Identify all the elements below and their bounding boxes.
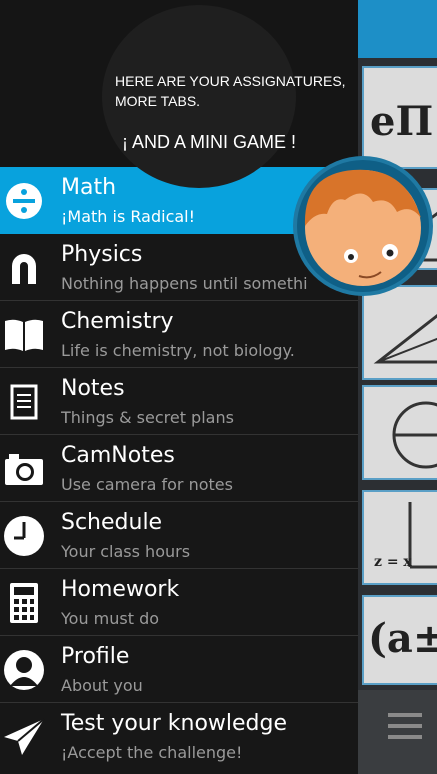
divide-icon: [2, 179, 46, 223]
menu-item-title: Notes: [61, 376, 125, 401]
hamburger-menu-icon[interactable]: [388, 713, 422, 743]
menu-item-notes[interactable]: Notes Things & secret plans: [0, 368, 358, 435]
calculator-icon: [2, 581, 46, 625]
triangle-card: [362, 285, 437, 380]
tutorial-text: HERE ARE YOUR ASSIGNATURES, MORE TABS.: [102, 71, 437, 111]
menu-item-subtitle: ¡Accept the challenge!: [61, 743, 243, 762]
mascot-avatar[interactable]: [293, 156, 433, 296]
menu-item-homework[interactable]: Homework You must do: [0, 569, 358, 636]
circle-card: [362, 385, 437, 480]
binomial-text: (a±: [368, 615, 437, 662]
boy-face-icon: [297, 160, 429, 292]
menu-item-title: Physics: [61, 242, 143, 267]
menu-item-subtitle: About you: [61, 676, 143, 695]
main-content-preview[interactable]: eΠ z = x (a±: [358, 0, 437, 774]
tutorial-line-1: HERE ARE YOUR ASSIGNATURES,: [115, 73, 346, 89]
tutorial-line-3: ¡ AND A MINI GAME !: [122, 132, 297, 152]
axis-label: z = x: [374, 554, 412, 570]
book-icon: [2, 313, 46, 357]
binomial-card: (a±: [362, 595, 437, 685]
menu-item-schedule[interactable]: Schedule Your class hours: [0, 502, 358, 569]
magnet-icon: [2, 246, 46, 290]
main-title-bar: [358, 0, 437, 58]
menu-item-subtitle: Use camera for notes: [61, 475, 233, 494]
menu-item-subtitle: You must do: [61, 609, 160, 628]
menu-item-profile[interactable]: Profile About you: [0, 636, 358, 703]
notes-icon: [2, 380, 46, 424]
clock-icon: [2, 514, 46, 558]
menu-item-subtitle: Your class hours: [61, 542, 191, 561]
triangle-drawing: [373, 314, 437, 364]
circle-drawing: [392, 401, 437, 469]
menu-item-title: Test your knowledge: [61, 711, 288, 736]
menu-item-chemistry[interactable]: Chemistry Life is chemistry, not biology…: [0, 301, 358, 368]
menu-item-title: Homework: [61, 577, 180, 602]
menu-item-subtitle: Things & secret plans: [61, 408, 234, 427]
menu-item-subtitle: Life is chemistry, not biology.: [61, 341, 295, 360]
menu-item-test-knowledge[interactable]: Test your knowledge ¡Accept the challeng…: [0, 703, 358, 774]
axis-card: z = x: [362, 490, 437, 585]
person-icon: [2, 648, 46, 692]
tutorial-line-2: MORE TABS.: [115, 93, 201, 109]
axis-drawing: [408, 502, 437, 569]
paper-plane-icon: [2, 715, 46, 759]
menu-item-title: Schedule: [61, 510, 163, 535]
tutorial-bubble: HERE ARE YOUR ASSIGNATURES, MORE TABS. ¡…: [102, 5, 346, 188]
menu-item-camnotes[interactable]: CamNotes Use camera for notes: [0, 435, 358, 502]
camera-icon: [2, 447, 46, 491]
menu-item-title: Profile: [61, 644, 130, 669]
menu-item-title: CamNotes: [61, 443, 175, 468]
menu-item-title: Math: [61, 175, 117, 200]
menu-item-title: Chemistry: [61, 309, 174, 334]
